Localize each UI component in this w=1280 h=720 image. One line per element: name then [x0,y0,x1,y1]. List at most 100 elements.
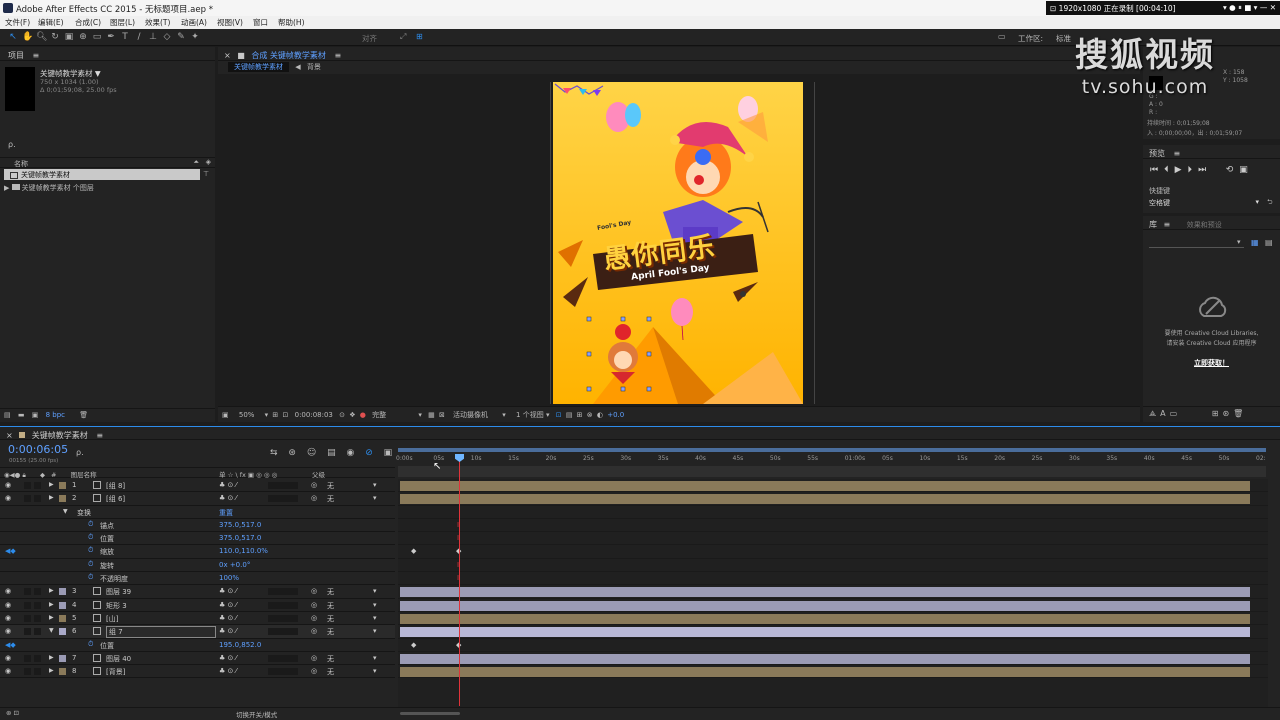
library-tab[interactable]: 库 [1149,220,1157,229]
library-add-icon[interactable]: ⟁ [1149,409,1156,418]
views-dropdown[interactable]: 1 个视图 [516,411,544,419]
expand-icon[interactable]: ▶ [49,614,54,621]
parent-value[interactable]: 无 [327,614,334,624]
comp-tab[interactable]: 合成 关键帧教学素材 [251,51,326,60]
property-track[interactable] [398,506,1268,519]
channel-icon[interactable]: ● [360,411,366,419]
layer-duration-track[interactable] [398,599,1268,612]
stopwatch-icon[interactable]: ⏱ [88,560,93,569]
solo-box[interactable] [24,588,31,596]
eye-icon[interactable]: ◉ [5,614,11,622]
layer-duration-track[interactable] [398,492,1268,506]
comp-timecode[interactable]: 0:00:08:03 [295,411,333,419]
property-row[interactable]: ⏱ 锚点 375.0,517.0 [0,519,395,533]
close-tab-icon[interactable]: × [224,51,231,60]
panel-menu-icon[interactable]: ≡ [96,431,103,440]
layer-duration-track[interactable] [398,585,1268,599]
expand-icon[interactable]: ▶ [49,494,54,501]
property-track[interactable]: I [398,572,1268,586]
expand-icon[interactable]: ▶ [49,667,54,674]
property-value[interactable]: 100% [219,574,239,582]
prev-frame-icon[interactable]: ⏴ [1164,165,1169,175]
get-it-link[interactable]: 立即获取！ [1143,358,1280,368]
property-value[interactable]: 195.0,852.0 [219,641,261,649]
brush-tool-icon[interactable]: / [134,32,144,42]
parent-arrow-icon[interactable]: ▾ [373,614,377,622]
expand-icon[interactable]: ▶ [49,587,54,594]
solo-box[interactable] [24,628,31,636]
menu-item-view[interactable]: 视图(V) [217,17,243,28]
layer-row[interactable]: ◉ ▶ 3 图层 39 ♣ ⊙ ⁄ ◎ 无 ▾ [0,585,395,599]
label-color-swatch[interactable] [59,495,66,503]
layer-name[interactable]: 组 7 [106,626,216,639]
timeline-link-icon[interactable]: ⊞ [577,411,583,419]
parent-pick-icon[interactable]: ◎ [311,627,317,635]
layer-duration-bar[interactable] [400,481,1250,491]
parent-pick-icon[interactable]: ◎ [311,667,317,675]
delete-icon[interactable]: 🗑︎ [79,411,88,419]
library-sync-icon[interactable]: ⊛ [1222,409,1229,418]
library-dropdown[interactable] [1149,238,1244,248]
keyframe-nav-icon[interactable]: ◀◆ [5,547,16,555]
graph-icon[interactable]: ▣ [384,448,393,458]
parent-arrow-icon[interactable]: ▾ [373,601,377,609]
layer-duration-track[interactable] [398,625,1268,639]
time-ruler[interactable]: 0:00s 05s 10s 15s 20s 25s 30s 35s 40s 45s 50s 55s 01… [396,448,1268,477]
parent-value[interactable]: 无 [327,587,334,597]
first-frame-icon[interactable]: ⏮ [1150,165,1158,175]
exposure-icon[interactable]: ◐ [597,411,603,419]
layer-name[interactable]: 图层 40 [106,654,131,664]
mode-box[interactable] [268,668,298,676]
property-track[interactable]: ◆◆ [398,639,1268,652]
interpret-footage-icon[interactable]: ▤ [4,411,11,419]
clone-tool-icon[interactable]: ⊥ [148,32,158,42]
solo-box[interactable] [24,614,31,622]
property-value[interactable]: 重置 [219,508,233,518]
expand-icon[interactable]: ▼ [49,627,54,634]
parent-arrow-icon[interactable]: ▾ [373,494,377,502]
layer-name[interactable]: 矩形 3 [106,601,127,611]
eye-icon[interactable]: ◉ [5,601,11,609]
flowchart-icon[interactable]: ⊤ [203,170,209,178]
zoom-tool-icon[interactable]: 🔍︎ [36,32,47,42]
comp-mini-flowchart-icon[interactable]: ⇆ [270,448,278,458]
layer-name[interactable]: [山] [106,614,118,624]
grid-view-icon[interactable]: ▦ [1251,238,1259,247]
parent-arrow-icon[interactable]: ▾ [373,667,377,675]
parent-pick-icon[interactable]: ◎ [311,654,317,662]
preview-tab[interactable]: 预览 [1149,149,1165,158]
expand-icon[interactable]: ▶ [49,481,54,488]
eye-icon[interactable]: ◉ [5,627,11,635]
mode-box[interactable] [268,614,298,622]
layer-row[interactable]: ◉ ▶ 7 图层 40 ♣ ⊙ ⁄ ◎ 无 ▾ [0,652,395,666]
parent-pick-icon[interactable]: ◎ [311,614,317,622]
label-color-swatch[interactable] [59,668,66,676]
views-arrow-icon[interactable]: ▾ [546,411,550,419]
solo-box[interactable] [24,668,31,676]
record-controls[interactable]: ▾ ● ⏸ ■ ▾ — ✕ [1223,3,1276,13]
layer-row[interactable]: ◉ ▶ 5 [山] ♣ ⊙ ⁄ ◎ 无 ▾ [0,612,395,626]
layer-duration-bar[interactable] [400,653,1250,664]
label-color-swatch[interactable] [59,588,66,596]
selection-tool-icon[interactable]: ↖ [8,32,18,42]
lock-box[interactable] [34,601,41,609]
solo-box[interactable] [24,654,31,662]
lock-box[interactable] [34,495,41,503]
expand-icon[interactable]: ▶ [49,654,54,661]
timeline-timecode[interactable]: 0:00:06:05 [8,443,68,456]
rectangle-tool-icon[interactable]: ▭ [92,32,102,42]
graph-editor-icon[interactable]: ⊘ [365,448,373,458]
mode-box[interactable] [268,482,298,489]
pan-behind-tool-icon[interactable]: ⊕ [78,32,88,42]
project-item-row[interactable]: 关键帧教学素材 [4,169,200,180]
layer-duration-track[interactable] [398,665,1268,679]
lock-box[interactable] [34,628,41,636]
zoom-slider[interactable] [400,712,460,715]
pen-tool-icon[interactable]: ✒ [106,32,116,42]
layer-name[interactable]: [组 6] [106,494,125,504]
property-row[interactable]: ⏱ 不透明度 100% [0,572,395,586]
mode-box[interactable] [268,628,298,636]
library-text-icon[interactable]: A [1160,409,1165,418]
solo-box[interactable] [24,601,31,609]
lock-box[interactable] [34,614,41,622]
